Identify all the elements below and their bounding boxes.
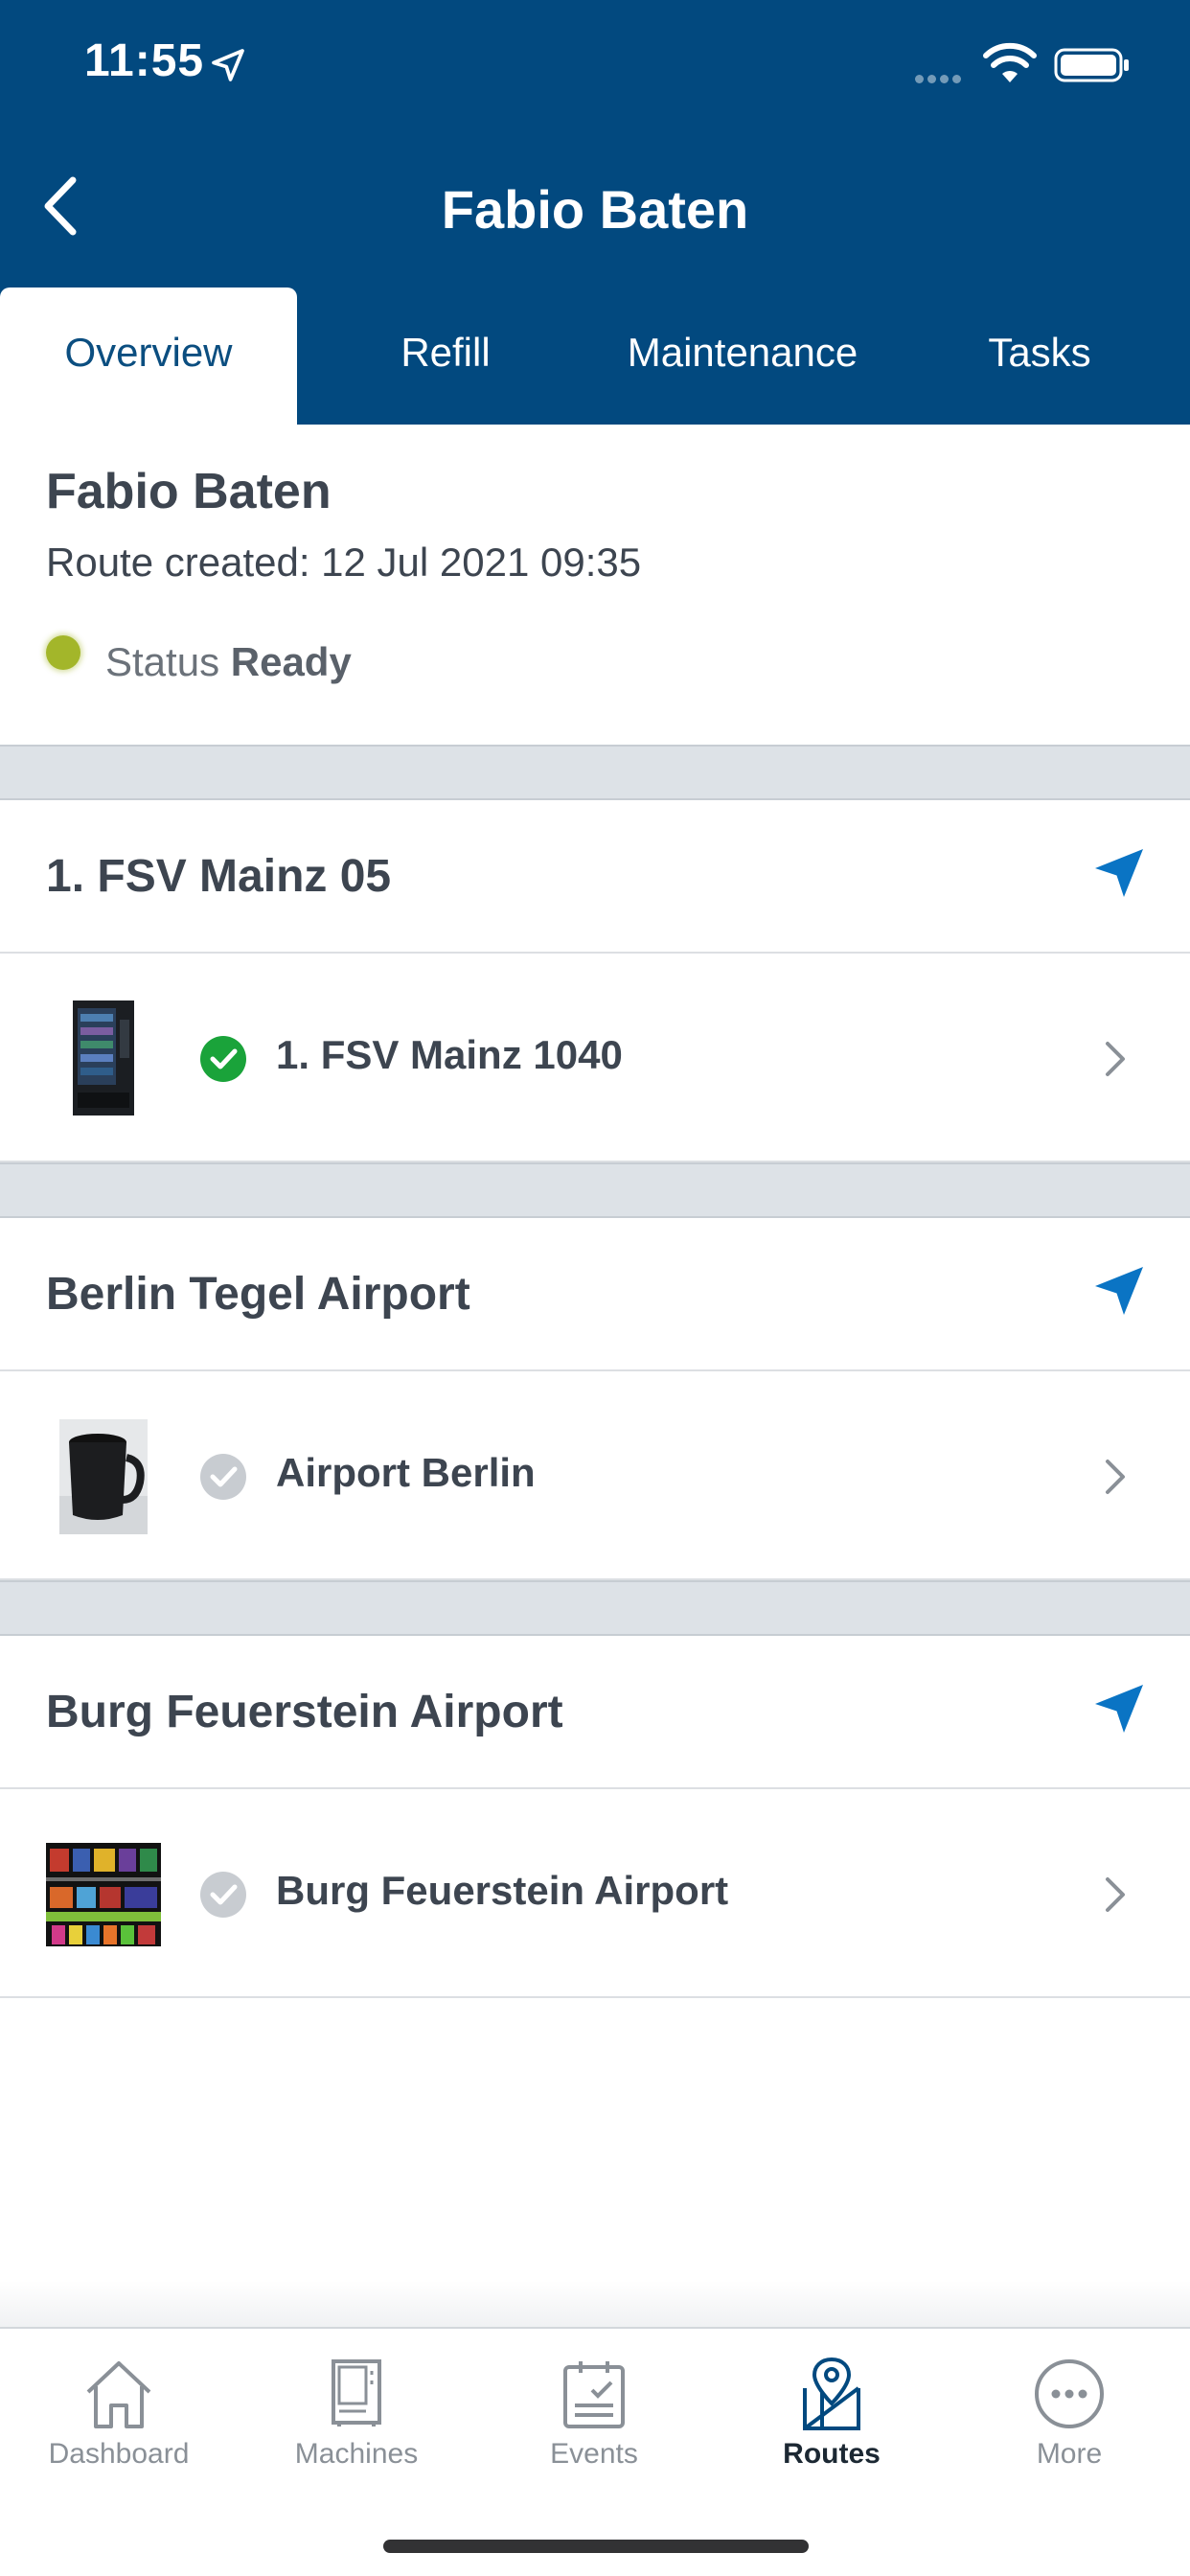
nav-label: Routes	[783, 2438, 881, 2470]
machine-row[interactable]: 1. FSV Mainz 1040	[0, 954, 1190, 1162]
nav-machines[interactable]: Machines	[238, 2329, 475, 2501]
location-name: Burg Feuerstein Airport	[46, 1687, 563, 1737]
bottom-nav: Dashboard Machines Events Routes More	[0, 2327, 1190, 2576]
more-icon	[1035, 2359, 1104, 2428]
status-dot-icon	[46, 635, 80, 670]
machine-name: Airport Berlin	[276, 1450, 536, 1495]
chevron-right-icon	[1106, 1460, 1125, 1494]
route-overview: Fabio Baten Route created: 12 Jul 2021 0…	[0, 425, 1190, 745]
machine-row[interactable]: Airport Berlin	[0, 1371, 1190, 1580]
section-divider	[0, 745, 1190, 800]
nav-routes[interactable]: Routes	[713, 2329, 950, 2501]
pending-check-icon	[200, 1454, 246, 1500]
section-divider	[0, 1580, 1190, 1636]
nav-label: Events	[550, 2438, 638, 2470]
machine-name: Burg Feuerstein Airport	[276, 1868, 729, 1913]
status-label: Status	[105, 639, 220, 684]
machine-name: 1. FSV Mainz 1040	[276, 1032, 623, 1077]
machine-icon	[332, 2359, 381, 2426]
home-indicator[interactable]	[383, 2540, 809, 2553]
location-header: 1. FSV Mainz 05	[0, 800, 1190, 954]
location-name: 1. FSV Mainz 05	[46, 851, 392, 902]
bottom-nav-shadow	[0, 2281, 1190, 2327]
status-bar: 11:55	[0, 0, 1190, 134]
battery-icon	[1054, 48, 1129, 82]
completed-check-icon	[200, 1036, 246, 1082]
nav-more[interactable]: More	[950, 2329, 1188, 2501]
nav-label: Machines	[294, 2438, 419, 2470]
home-icon	[86, 2361, 151, 2428]
nav-events[interactable]: Events	[475, 2329, 713, 2501]
status-time: 11:55	[84, 35, 205, 86]
navigate-icon[interactable]	[1090, 844, 1148, 902]
chevron-right-icon	[1106, 1042, 1125, 1076]
route-name: Fabio Baten	[46, 464, 332, 519]
location-header: Burg Feuerstein Airport	[0, 1636, 1190, 1789]
navigate-icon[interactable]	[1090, 1680, 1148, 1737]
wifi-icon	[983, 42, 1037, 82]
location-arrow-icon	[212, 49, 244, 81]
vending-machine-thumbnail	[73, 1000, 134, 1116]
mug-thumbnail	[59, 1419, 148, 1534]
nav-dashboard[interactable]: Dashboard	[0, 2329, 238, 2501]
clipboard-icon	[563, 2361, 625, 2428]
chevron-right-icon	[1106, 1877, 1125, 1912]
nav-label: More	[1036, 2438, 1103, 2470]
page-title: Fabio Baten	[441, 179, 749, 240]
cellular-signal-icon	[915, 71, 965, 88]
status-text: Status Ready	[105, 639, 352, 685]
tab-tasks[interactable]: Tasks	[891, 288, 1188, 425]
tab-bar: Overview Refill Maintenance Tasks	[0, 288, 1190, 425]
machine-row[interactable]: Burg Feuerstein Airport	[0, 1789, 1190, 1998]
map-pin-icon	[803, 2357, 860, 2430]
route-created: Route created: 12 Jul 2021 09:35	[46, 540, 642, 585]
tab-maintenance[interactable]: Maintenance	[594, 288, 891, 425]
snack-shelf-thumbnail	[46, 1843, 161, 1946]
tab-refill[interactable]: Refill	[297, 288, 594, 425]
tab-overview[interactable]: Overview	[0, 288, 297, 425]
location-name: Berlin Tegel Airport	[46, 1269, 470, 1320]
app-header: 11:55 Fabio Baten Overview Refill Mainte…	[0, 0, 1190, 425]
location-header: Berlin Tegel Airport	[0, 1218, 1190, 1371]
status-value: Ready	[230, 639, 352, 684]
section-divider	[0, 1162, 1190, 1218]
pending-check-icon	[200, 1872, 246, 1918]
nav-label: Dashboard	[48, 2438, 190, 2470]
navigate-icon[interactable]	[1090, 1262, 1148, 1320]
